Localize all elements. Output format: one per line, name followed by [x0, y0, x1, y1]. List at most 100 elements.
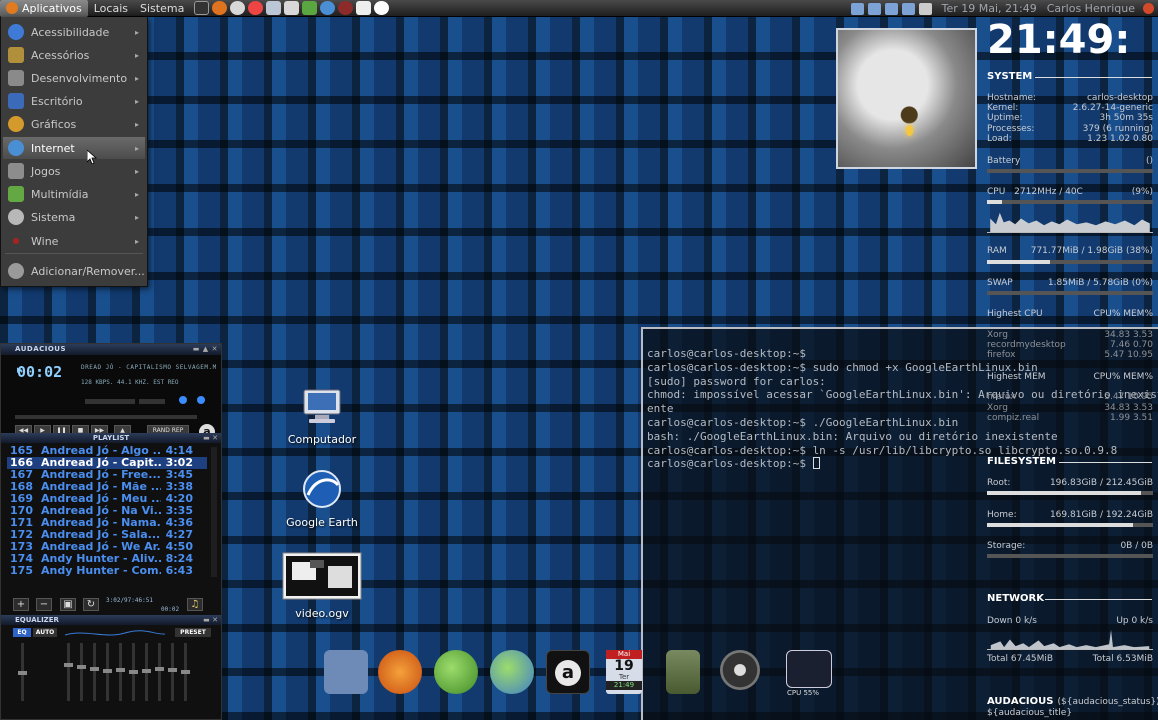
user-alt-icon[interactable] — [867, 2, 881, 15]
file-manager-icon[interactable] — [284, 1, 300, 15]
file-manager-dock-icon[interactable] — [324, 650, 368, 694]
desktop-icon-computer[interactable]: Computador — [277, 388, 367, 446]
menu-item-add-remove[interactable]: Adicionar/Remover... — [3, 260, 145, 282]
audacious-main-display: ▶ 00:02 DREAD JÓ - CAPITALISMO SELVAGEM.… — [1, 355, 221, 440]
cpu-monitor-dock-icon[interactable]: CPU 55% — [786, 650, 832, 697]
desktop-icon-google-earth[interactable]: Google Earth — [277, 469, 367, 529]
menu-item-multimidia[interactable]: Multimídia ▸ — [3, 183, 145, 205]
playlist-window-buttons[interactable]: ▬ ✕ — [203, 433, 218, 443]
mail-icon[interactable] — [266, 1, 282, 15]
volume-icon[interactable] — [918, 2, 932, 15]
equalizer-window-buttons[interactable]: ▬ ✕ — [203, 615, 218, 625]
remove-track-button[interactable]: − — [36, 598, 52, 611]
places-menu[interactable]: Locais — [88, 0, 134, 17]
media-icon[interactable] — [338, 1, 354, 15]
audacious-icon[interactable] — [374, 1, 390, 15]
audacious-dock-icon[interactable]: a — [546, 650, 590, 694]
eq-toggle-icon[interactable] — [179, 396, 187, 404]
eq-auto-button[interactable]: AUTO — [33, 628, 57, 637]
equalizer-titlebar[interactable]: EQUALIZER ▬ ✕ — [1, 615, 221, 625]
playback-time[interactable]: 00:02 — [17, 363, 62, 381]
proc-mem: 3.53 — [1132, 403, 1153, 413]
menu-item-internet[interactable]: Internet ▸ — [3, 137, 145, 159]
menu-item-label: Desenvolvimento — [31, 71, 128, 85]
playlist-scrollbar[interactable] — [211, 447, 217, 577]
chat-icon[interactable] — [230, 1, 246, 15]
add-track-button[interactable]: + — [13, 598, 29, 611]
system-menu[interactable]: Sistema — [134, 0, 190, 17]
messenger-dock-icon[interactable] — [434, 650, 478, 694]
net-up: Up 0 k/s — [1116, 616, 1153, 626]
eq-band-slider[interactable] — [129, 643, 138, 701]
audacious-titlebar[interactable]: AUDACIOUS ▬ ▲ ✕ — [1, 344, 221, 355]
notes-icon[interactable] — [356, 1, 372, 15]
menu-item-wine[interactable]: Wine ▸ — [3, 230, 145, 252]
eq-band-slider[interactable] — [116, 643, 125, 701]
fs-value: 169.81GiB / 192.24GiB — [1049, 510, 1153, 520]
panel-launchers — [194, 1, 390, 15]
lamp-light — [906, 125, 913, 136]
terminal-cursor — [812, 457, 820, 470]
menu-item-acessibilidade[interactable]: Acessibilidade ▸ — [3, 21, 145, 43]
row-title: Andread Jó - Free... — [41, 469, 161, 481]
terminal-icon[interactable] — [194, 1, 210, 15]
eq-band-slider[interactable] — [64, 643, 73, 701]
eq-band-slider[interactable] — [155, 643, 164, 701]
network-icon[interactable] — [320, 1, 336, 15]
row-label: Hostname: — [987, 93, 1037, 103]
eq-toggle-button[interactable]: EQ — [13, 628, 31, 637]
messenger-alt-dock-icon[interactable] — [490, 650, 534, 694]
menu-item-label: Sistema — [31, 210, 76, 224]
volume-dock-icon[interactable] — [720, 650, 760, 690]
calendar-weekday: Ter — [618, 673, 630, 681]
window-buttons[interactable]: ▬ ▲ ✕ — [193, 344, 218, 355]
photo-frame-widget[interactable] — [836, 28, 977, 169]
desktop-icon-video[interactable]: video.ogv — [277, 552, 367, 620]
eq-preamp-slider[interactable] — [18, 643, 27, 701]
user-icon[interactable] — [850, 2, 864, 15]
misc-button[interactable]: ↻ — [83, 598, 99, 611]
menu-item-sistema[interactable]: Sistema ▸ — [3, 206, 145, 228]
speaker-dock-icon[interactable] — [666, 650, 700, 694]
net-down: Down 0 k/s — [987, 616, 1037, 626]
mail-icon[interactable] — [901, 2, 915, 15]
eq-band-slider[interactable] — [90, 643, 99, 701]
menu-item-jogos[interactable]: Jogos ▸ — [3, 160, 145, 182]
select-button[interactable]: ▣ — [60, 598, 76, 611]
seek-bar[interactable] — [15, 415, 197, 419]
menu-item-escritorio[interactable]: Escritório ▸ — [3, 90, 145, 112]
highest-cpu-header: Highest CPU CPU% MEM% — [987, 309, 1153, 319]
menu-item-desenvolvimento[interactable]: Desenvolvimento ▸ — [3, 67, 145, 89]
eq-band-slider[interactable] — [168, 643, 177, 701]
eq-preset-button[interactable]: PRESET — [175, 628, 211, 637]
pl-toggle-icon[interactable] — [197, 396, 205, 404]
eq-band-slider[interactable] — [181, 643, 190, 701]
battery-row: Battery () — [987, 156, 1153, 166]
playlist-menu-icon[interactable]: ♫ — [187, 598, 203, 611]
cpu-graph — [987, 212, 1153, 233]
playlist-titlebar[interactable]: PLAYLIST ▬ ✕ — [1, 433, 221, 443]
eq-band-slider[interactable] — [142, 643, 151, 701]
firefox-icon[interactable] — [212, 1, 228, 15]
users-icon[interactable] — [302, 1, 318, 15]
process-row: Xorg 34.83 3.53 — [987, 403, 1153, 413]
shutdown-icon[interactable] — [1143, 3, 1154, 14]
row-title: Andread Jó - Algo ... — [41, 445, 161, 457]
submenu-arrow-icon: ▸ — [134, 189, 139, 199]
proc-cpu: 34.83 — [1104, 330, 1131, 340]
applications-menu[interactable]: Aplicativos — [0, 0, 88, 17]
eq-curve — [65, 630, 165, 636]
menu-item-acessorios[interactable]: Acessórios ▸ — [3, 44, 145, 66]
playlist-row[interactable]: 175 Andy Hunter - Com... 6:43 — [7, 565, 207, 577]
eq-band-slider[interactable] — [77, 643, 86, 701]
balance-slider[interactable] — [139, 399, 165, 404]
volume-slider[interactable] — [85, 399, 135, 404]
network-icon[interactable] — [884, 2, 898, 15]
calendar-dock-icon[interactable]: Mai 19 Ter 21:49 — [606, 650, 642, 694]
system-row: Processes: 379 (6 running) — [987, 124, 1153, 134]
help-icon[interactable] — [248, 1, 264, 15]
firefox-dock-icon[interactable] — [378, 650, 422, 694]
eq-band-slider[interactable] — [103, 643, 112, 701]
applications-dropdown: Acessibilidade ▸ Acessórios ▸ Desenvolvime… — [0, 17, 148, 287]
menu-item-graficos[interactable]: Gráficos ▸ — [3, 113, 145, 135]
